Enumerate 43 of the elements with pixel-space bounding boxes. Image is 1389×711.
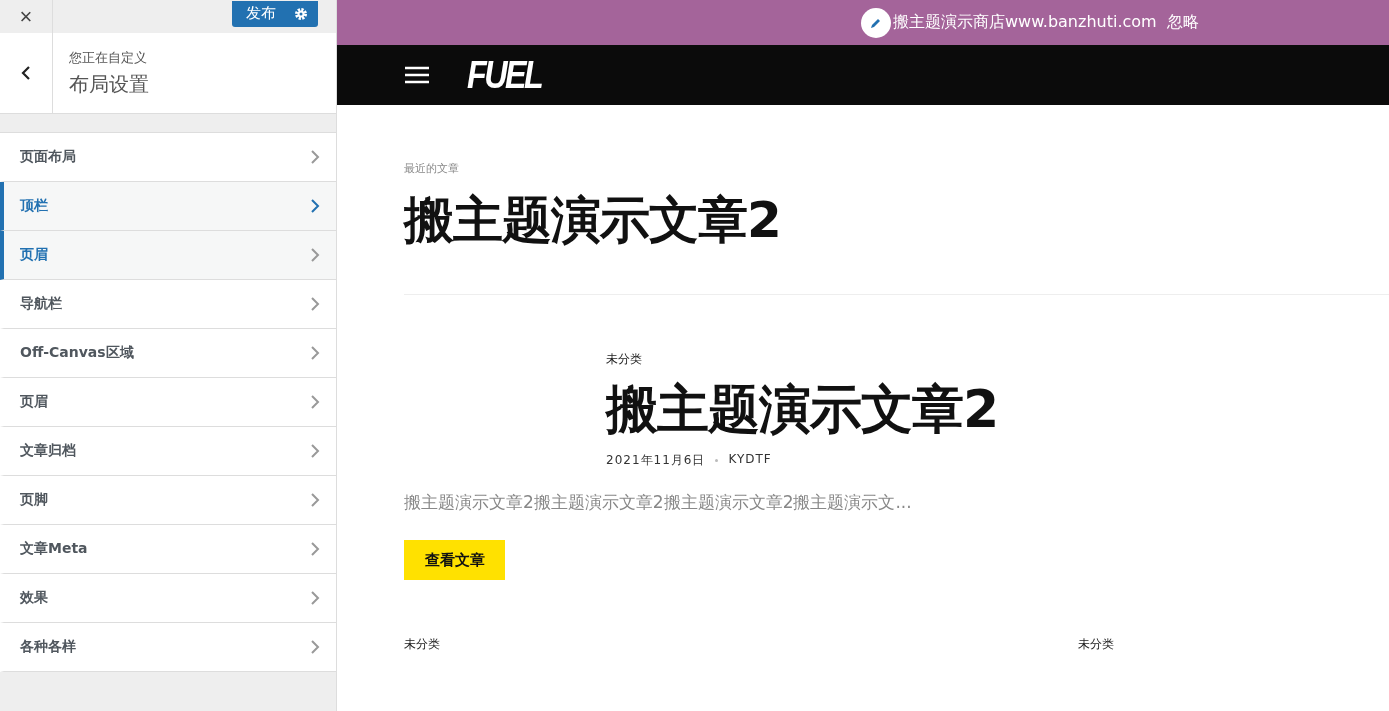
post-date: 2021年11月6日 <box>606 452 706 470</box>
dismiss-link[interactable]: 忽略 <box>1166 12 1199 33</box>
post-category[interactable]: 未分类 <box>1078 636 1389 654</box>
menu-item-label: 导航栏 <box>20 295 62 313</box>
menu-item-label: 页脚 <box>20 491 48 509</box>
site-logo[interactable]: FUEL <box>467 53 542 97</box>
menu-item-label: 页面布局 <box>20 148 76 166</box>
menu-item-label: 页眉 <box>20 393 48 411</box>
publish-button[interactable]: 发布 <box>232 0 318 27</box>
section-title: 布局设置 <box>69 70 149 98</box>
menu-item[interactable]: 效果 <box>0 574 336 623</box>
menu-item[interactable]: 顶栏 <box>0 182 336 231</box>
menu-item[interactable]: Off-Canvas区域 <box>0 329 336 378</box>
post-author[interactable]: KYDTF <box>728 452 772 470</box>
menu-item[interactable]: 导航栏 <box>0 280 336 329</box>
page-title: 搬主题演示文章2 <box>404 190 782 250</box>
settings-icon <box>294 6 308 21</box>
post-category[interactable]: 未分类 <box>606 351 642 368</box>
menu-item-label: 文章归档 <box>20 442 76 460</box>
menu-icon[interactable] <box>405 66 429 84</box>
menu-item-label: 各种各样 <box>20 638 76 656</box>
separator-dot-icon <box>715 459 719 463</box>
menu-item-label: 顶栏 <box>20 197 48 215</box>
page-label: 最近的文章 <box>404 161 460 176</box>
read-more-button[interactable]: 查看文章 <box>404 540 505 581</box>
post-title[interactable]: 搬主题演示文章2 <box>606 378 1389 441</box>
menu-item[interactable]: 文章归档 <box>0 427 336 476</box>
menu-item[interactable]: 页眉 <box>0 378 336 427</box>
menu-item[interactable]: 页眉 <box>0 231 336 280</box>
post-excerpt: 搬主题演示文章2搬主题演示文章2搬主题演示文章2搬主题演示文... <box>404 491 913 515</box>
chevron-left-icon <box>21 65 31 81</box>
edit-icon[interactable] <box>861 7 891 38</box>
menu-item-label: 效果 <box>20 589 48 607</box>
menu-item-label: Off-Canvas区域 <box>20 344 134 362</box>
menu-item[interactable]: 各种各样 <box>0 623 336 672</box>
menu-item[interactable]: 页面布局 <box>0 133 336 182</box>
post-category[interactable]: 未分类 <box>404 636 1078 654</box>
menu-item[interactable]: 文章Meta <box>0 525 336 574</box>
menu-item-label: 文章Meta <box>20 540 88 558</box>
menu-item-label: 页眉 <box>20 246 48 264</box>
menu-item[interactable]: 页脚 <box>0 476 336 525</box>
notice-text: 搬主题演示商店www.banzhuti.com <box>893 12 1157 33</box>
breadcrumb: 您正在自定义 <box>69 48 148 67</box>
